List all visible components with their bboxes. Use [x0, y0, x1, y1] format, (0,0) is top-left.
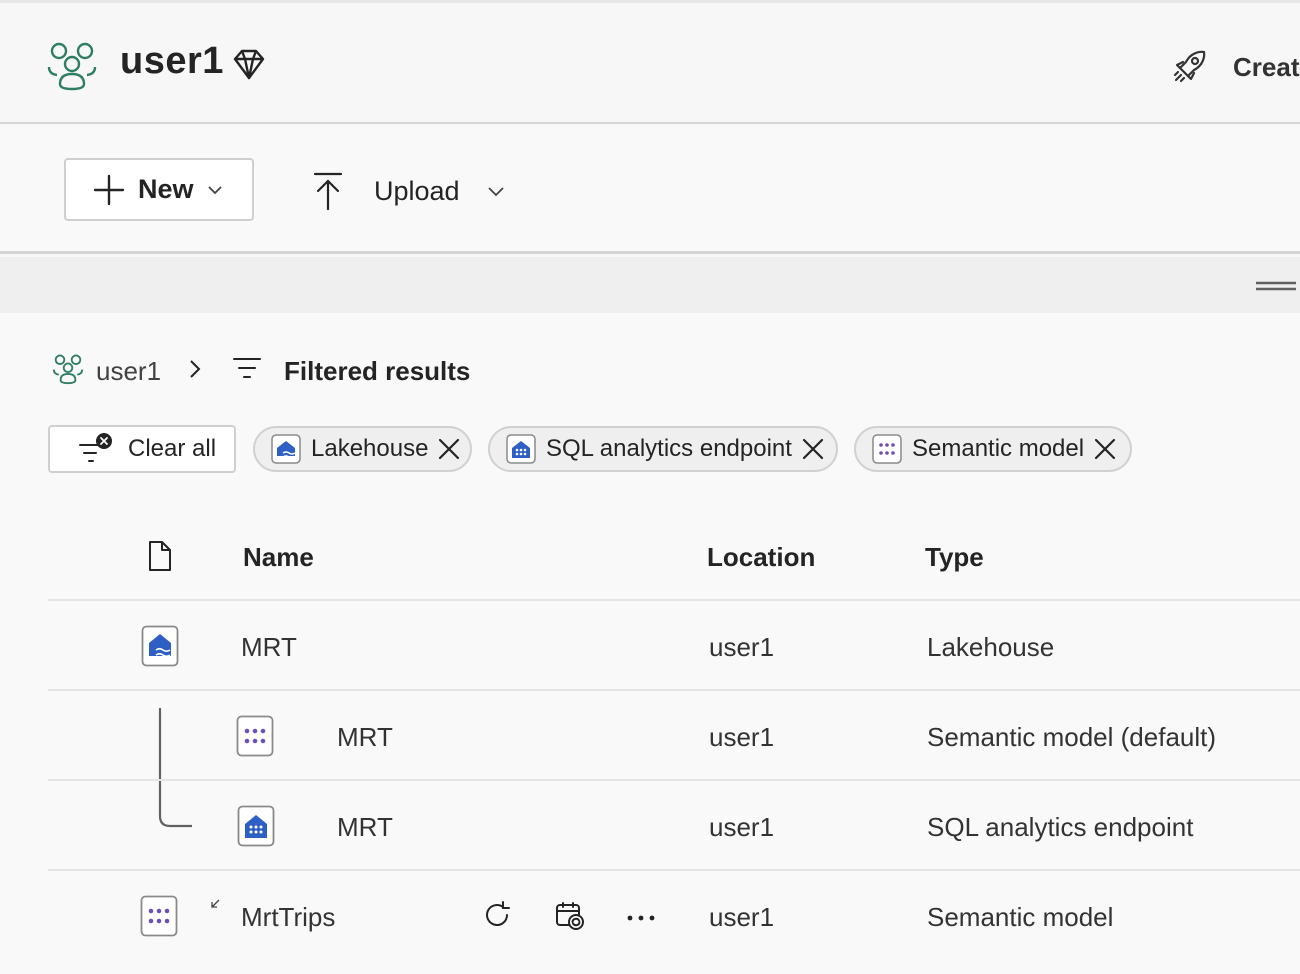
table-row-type: SQL analytics endpoint [927, 812, 1194, 842]
table-row-name[interactable]: MRT [241, 632, 297, 663]
semantic-model-icon [872, 434, 902, 464]
document-icon [149, 541, 171, 571]
content-area [0, 313, 1300, 974]
table-divider [48, 869, 1300, 871]
table-row-location: user1 [709, 812, 775, 842]
close-icon[interactable] [436, 436, 462, 462]
column-header-location[interactable]: Location [707, 542, 815, 573]
table-row-location: user1 [709, 632, 775, 662]
chevron-down-icon [487, 187, 504, 197]
premium-diamond-icon [233, 49, 265, 80]
schedule-refresh-icon[interactable] [554, 900, 586, 932]
create-button-label[interactable]: Creat [1233, 52, 1299, 83]
table-row-name[interactable]: MRT [337, 722, 393, 753]
filter-chip-sql-endpoint[interactable]: SQL analytics endpoint [488, 426, 838, 472]
chevron-down-icon [207, 185, 222, 194]
upload-icon [313, 172, 343, 211]
filter-icon [233, 358, 261, 378]
close-icon[interactable] [1092, 436, 1118, 462]
lakehouse-icon [141, 625, 179, 667]
column-header-type[interactable]: Type [925, 542, 984, 573]
sql-endpoint-icon [237, 805, 275, 847]
table-divider [48, 599, 1300, 601]
tree-connector [158, 708, 192, 828]
arrow-in-icon [211, 899, 220, 908]
breadcrumb-current: Filtered results [284, 356, 471, 386]
sql-endpoint-icon [506, 434, 536, 464]
clear-all-button[interactable]: Clear all [48, 425, 236, 473]
breadcrumb-workspace[interactable]: user1 [96, 356, 161, 387]
table-row-type: Semantic model (default) [927, 722, 1217, 752]
upload-button[interactable]: Upload [310, 165, 506, 217]
workspace-icon [47, 42, 97, 91]
workspace-title: user1 [120, 40, 224, 82]
table-row-name[interactable]: MrtTrips [241, 902, 335, 933]
splitter-band [0, 257, 1300, 313]
clear-all-label: Clear all [128, 435, 217, 462]
clear-filter-icon [79, 433, 112, 462]
chevron-right-icon [190, 360, 201, 378]
upload-button-label: Upload [374, 175, 460, 206]
refresh-icon[interactable] [482, 900, 512, 930]
filter-chip-label: Semantic model [912, 435, 1085, 462]
table-row-location: user1 [709, 722, 775, 752]
table-row-type: Semantic model [927, 902, 1114, 932]
filter-chip-label: Lakehouse [311, 435, 429, 462]
lakehouse-icon [271, 434, 301, 464]
column-header-name[interactable]: Name [243, 542, 314, 573]
rocket-icon[interactable] [1172, 48, 1208, 84]
table-row-name[interactable]: MRT [337, 812, 393, 843]
resize-grip-icon[interactable] [1256, 280, 1296, 292]
workspace-icon [52, 354, 84, 385]
semantic-model-icon [140, 895, 178, 937]
table-row-location: user1 [709, 902, 775, 932]
close-icon[interactable] [800, 436, 826, 462]
new-button-label: New [138, 174, 194, 204]
new-button[interactable]: New [64, 158, 254, 221]
table-divider [48, 779, 1300, 781]
filter-chip-lakehouse[interactable]: Lakehouse [253, 426, 472, 472]
filter-chip-label: SQL analytics endpoint [546, 435, 792, 462]
more-options-icon[interactable] [626, 914, 656, 922]
table-divider [48, 689, 1300, 691]
filter-chip-semantic-model[interactable]: Semantic model [854, 426, 1132, 472]
semantic-model-icon [236, 715, 274, 757]
plus-icon [93, 174, 125, 205]
table-row-type: Lakehouse [927, 632, 1055, 662]
